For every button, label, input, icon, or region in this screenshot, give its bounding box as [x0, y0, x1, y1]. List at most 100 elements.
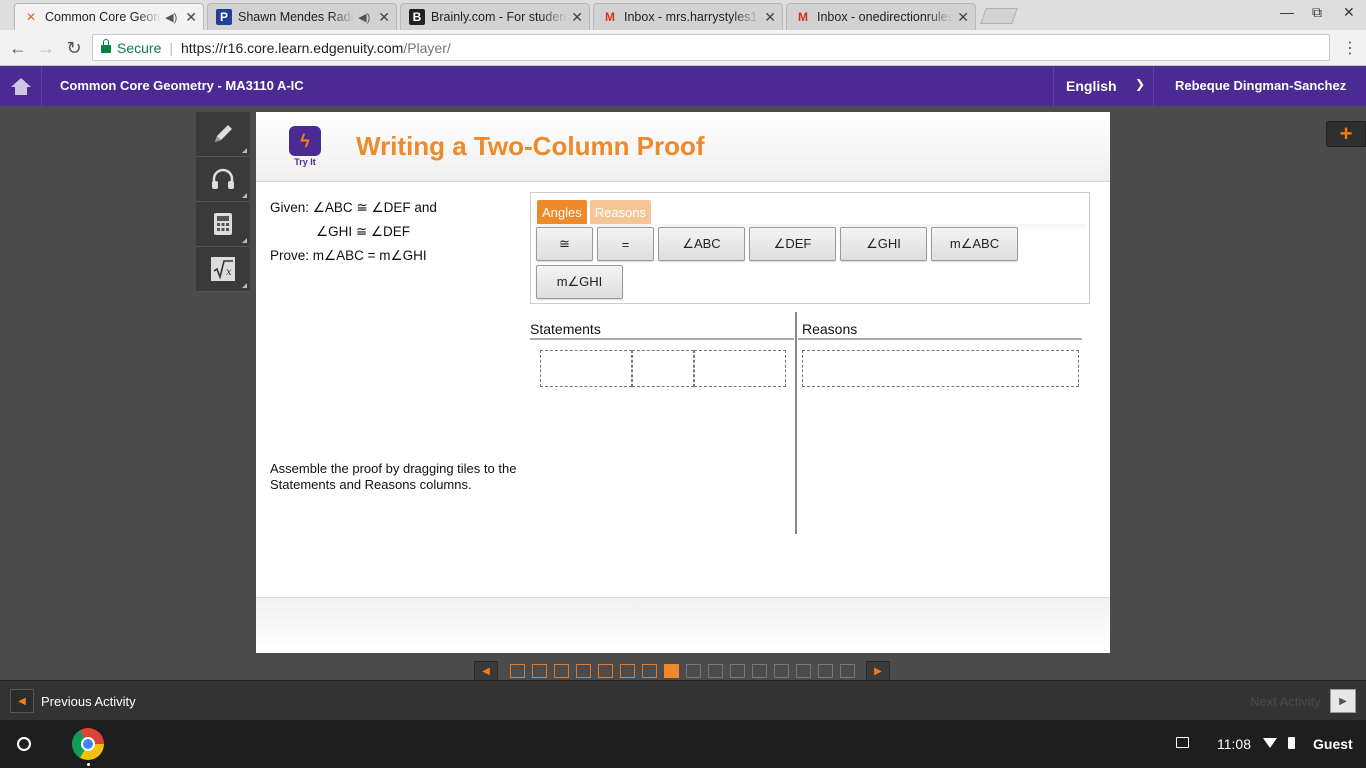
given-prove-block: Given: ∠ABC ≅ ∠DEF and ∠GHI ≅ ∠DEF Prove… [270, 196, 437, 268]
clock[interactable]: 11:08 [1217, 736, 1251, 752]
headphones-icon [212, 168, 234, 189]
screenshot-icon[interactable] [1176, 737, 1189, 748]
close-window-icon[interactable]: ✕ [1343, 4, 1355, 21]
activity-stage: x + ϟ Try It Writing a Two-Column Proof … [0, 106, 1366, 681]
activity-card: ϟ Try It Writing a Two-Column Proof Give… [256, 112, 1110, 653]
page-indicator[interactable] [531, 664, 547, 678]
brainly-b-icon: B [409, 9, 425, 25]
page-indicator[interactable] [773, 664, 789, 678]
forward-arrow-icon[interactable]: → [34, 36, 58, 60]
gmail-m-icon: M [798, 10, 808, 24]
browser-tab-gmail-1[interactable]: M Inbox - mrs.harrystyles1 ✕ [593, 3, 783, 30]
launcher-icon[interactable] [17, 737, 31, 751]
previous-activity-label[interactable]: Previous Activity [41, 694, 136, 709]
new-tab-button[interactable] [980, 8, 1018, 24]
gmail-m-icon: M [605, 10, 615, 24]
reload-icon[interactable]: ↻ [62, 36, 86, 60]
close-tab-icon[interactable]: ✕ [378, 9, 390, 26]
reasons-rule [798, 338, 1082, 340]
tab-title: Shawn Mendes Radio [238, 10, 355, 24]
url-separator: | [169, 39, 173, 56]
edgenuity-x-icon: ✕ [25, 10, 37, 24]
statement-drop-slot[interactable] [540, 350, 632, 387]
page-indicator[interactable] [839, 664, 855, 678]
activity-header: ϟ Try It Writing a Two-Column Proof [256, 112, 1110, 182]
page-indicator[interactable] [509, 664, 525, 678]
pencil-tool-button[interactable] [196, 112, 250, 157]
page-indicator[interactable] [729, 664, 745, 678]
browser-tab-gmail-2[interactable]: M Inbox - onedirectionrules ✕ [786, 3, 976, 30]
formula-tool-button[interactable]: x [196, 247, 250, 292]
close-tab-icon[interactable]: ✕ [185, 9, 197, 26]
prev-page-button[interactable]: ◀ [474, 661, 498, 681]
tile-bank: Angles Reasons ≅ = ∠ABC ∠DEF ∠GHI m∠ABC … [530, 192, 1090, 304]
close-tab-icon[interactable]: ✕ [764, 9, 776, 26]
url-host: https://r16.core.learn.edgenuity.com [181, 39, 404, 56]
minimize-icon[interactable]: — [1280, 4, 1294, 20]
statement-drop-slot[interactable] [632, 350, 694, 387]
calculator-tool-button[interactable] [196, 202, 250, 247]
speaker-icon[interactable]: ◀) [358, 11, 370, 24]
tile-measure-ghi[interactable]: m∠GHI [536, 265, 623, 299]
tile-list: ≅ = ∠ABC ∠DEF ∠GHI m∠ABC m∠GHI [536, 227, 1076, 299]
column-divider [795, 312, 797, 534]
account-label[interactable]: Guest [1313, 736, 1353, 752]
caret-right-icon: ▶ [874, 665, 882, 677]
tile-congruent[interactable]: ≅ [536, 227, 593, 261]
maximize-icon[interactable]: ⧉ [1312, 4, 1322, 21]
address-toolbar: ← → ↻ Secure | https://r16.core.learn.ed… [0, 30, 1366, 66]
user-name[interactable]: Rebeque Dingman-Sanchez [1175, 78, 1346, 93]
tile-measure-abc[interactable]: m∠ABC [931, 227, 1018, 261]
speaker-icon[interactable]: ◀) [165, 11, 177, 24]
url-path: /Player/ [403, 39, 451, 56]
page-indicator[interactable] [619, 664, 635, 678]
add-panel-button[interactable]: + [1326, 121, 1366, 147]
tab-reasons[interactable]: Reasons [589, 200, 652, 224]
tab-angles[interactable]: Angles [537, 200, 587, 224]
language-select[interactable]: English ❯ [1053, 66, 1154, 106]
tile-angle-def[interactable]: ∠DEF [749, 227, 836, 261]
browser-tab-pandora[interactable]: P Shawn Mendes Radio ◀) ✕ [207, 3, 397, 30]
url-bar[interactable]: Secure | https://r16.core.learn.edgenuit… [92, 34, 1330, 61]
caret-right-icon: ▶ [1339, 695, 1347, 707]
page-indicator[interactable] [597, 664, 613, 678]
back-arrow-icon[interactable]: ← [6, 36, 30, 60]
audio-tool-button[interactable] [196, 157, 250, 202]
home-button[interactable] [0, 66, 42, 106]
page-indicator[interactable] [685, 664, 701, 678]
running-indicator [87, 763, 90, 766]
page-indicator[interactable] [707, 664, 723, 678]
page-indicator[interactable] [641, 664, 657, 678]
lock-icon [101, 39, 111, 53]
language-value: English [1066, 78, 1117, 94]
tab-title: Brainly.com - For studen [431, 10, 567, 24]
tile-equals[interactable]: = [597, 227, 654, 261]
wifi-icon[interactable] [1263, 738, 1277, 748]
close-tab-icon[interactable]: ✕ [957, 9, 969, 26]
chrome-icon[interactable] [72, 728, 104, 760]
page-indicator[interactable] [751, 664, 767, 678]
tile-angle-abc[interactable]: ∠ABC [658, 227, 745, 261]
pandora-p-icon: P [216, 9, 232, 25]
browser-tab-brainly[interactable]: B Brainly.com - For studen ✕ [400, 3, 590, 30]
statements-header: Statements [530, 321, 601, 337]
tile-angle-ghi[interactable]: ∠GHI [840, 227, 927, 261]
next-page-button[interactable]: ▶ [866, 661, 890, 681]
page-indicator[interactable] [575, 664, 591, 678]
previous-activity-button[interactable]: ◀ [10, 689, 34, 713]
next-activity-button[interactable]: ▶ [1330, 689, 1356, 713]
prove-statement: m∠ABC = m∠GHI [312, 248, 427, 263]
given-statement-1: ∠ABC ≅ ∠DEF and [312, 200, 437, 215]
two-column-proof: Statements Reasons [530, 312, 1084, 534]
reasons-header: Reasons [802, 321, 858, 337]
reason-drop-slot[interactable] [802, 350, 1079, 387]
page-indicator[interactable] [553, 664, 569, 678]
page-indicator-current[interactable] [663, 664, 679, 678]
close-tab-icon[interactable]: ✕ [571, 9, 583, 26]
page-indicator[interactable] [795, 664, 811, 678]
browser-tab-edgenuity[interactable]: ✕ Common Core Geom ◀) ✕ [14, 3, 204, 30]
browser-menu-icon[interactable]: ⋮ [1342, 38, 1358, 58]
page-indicator[interactable] [817, 664, 833, 678]
statement-drop-slot[interactable] [694, 350, 786, 387]
battery-icon[interactable] [1288, 737, 1295, 749]
